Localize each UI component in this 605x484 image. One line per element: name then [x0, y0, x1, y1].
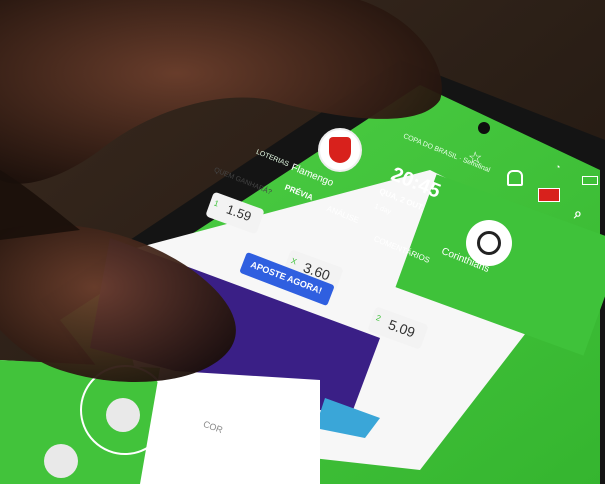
- photo-scene: Flamengo Corinthians COPA DO BRASIL · Se…: [0, 0, 605, 484]
- hand-overlay: [0, 0, 442, 382]
